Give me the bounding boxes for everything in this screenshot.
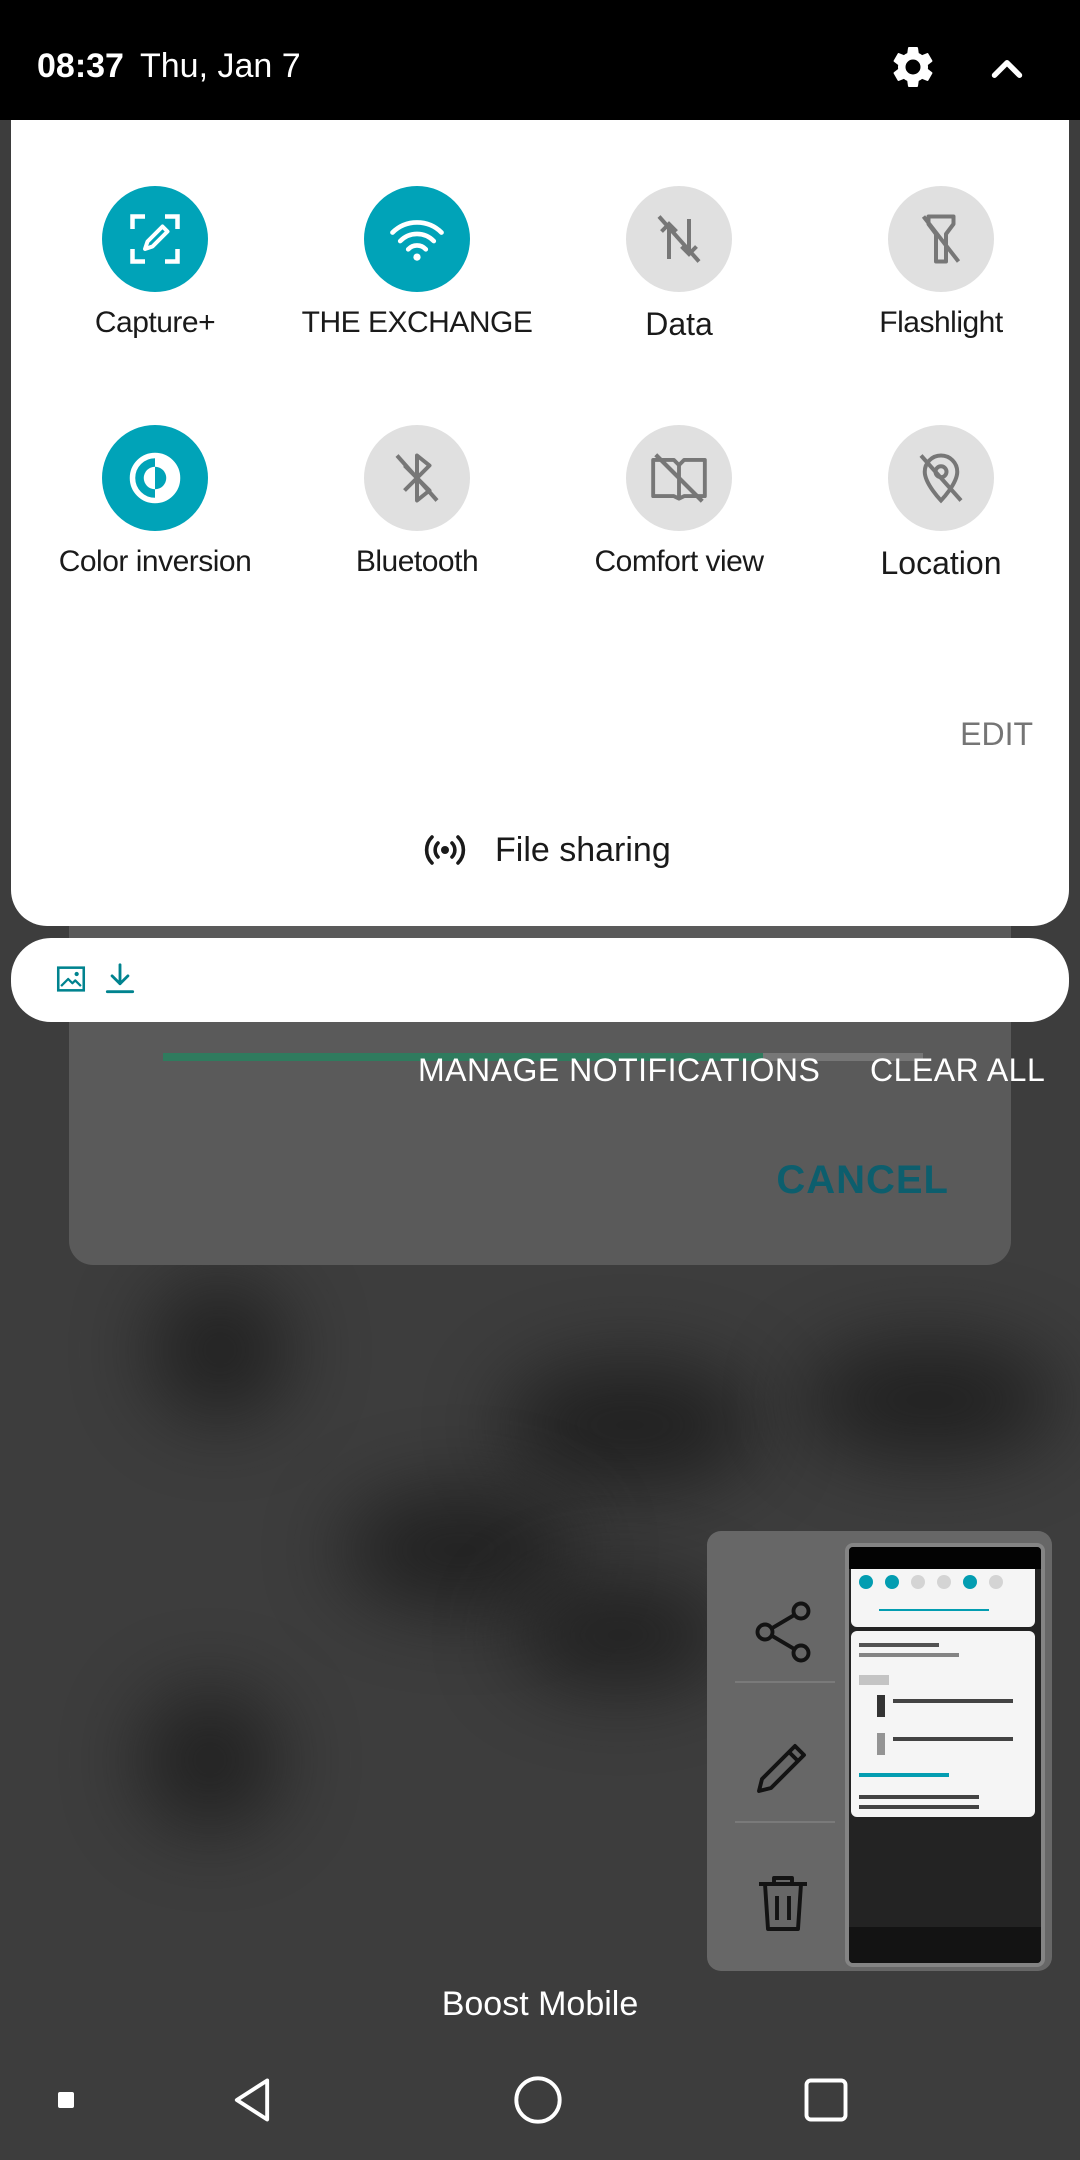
share-icon[interactable] <box>747 1596 819 1668</box>
edit-pencil-icon[interactable] <box>747 1731 819 1803</box>
file-sharing-button[interactable]: File sharing <box>421 826 671 874</box>
tile-label: Flashlight <box>879 306 1003 339</box>
image-icon <box>56 966 86 992</box>
status-date: Thu, Jan 7 <box>140 47 301 85</box>
nav-dot-icon[interactable] <box>58 2092 74 2108</box>
tile-data-button[interactable] <box>626 186 732 292</box>
file-sharing-label: File sharing <box>495 830 671 869</box>
tile-label: Location <box>880 545 1002 581</box>
chevron-up-icon[interactable] <box>982 44 1032 94</box>
home-icon[interactable] <box>512 2074 564 2126</box>
tile-data[interactable]: Data <box>548 186 810 386</box>
recents-icon[interactable] <box>800 2074 852 2126</box>
wifi-icon <box>390 220 444 261</box>
status-time: 08:37 <box>37 47 124 85</box>
tile-flashlight[interactable]: Flashlight <box>810 186 1072 386</box>
background-cancel-button: CANCEL <box>776 1158 949 1202</box>
capture-icon <box>130 214 180 264</box>
quick-settings-panel: Capture+ THE EXCHANGE Data Flashlight Co… <box>11 120 1069 926</box>
flashlight-off-icon <box>921 214 961 264</box>
tile-comfort-view-button[interactable] <box>626 425 732 531</box>
tile-location[interactable]: Location <box>810 425 1072 625</box>
divider <box>735 1681 835 1683</box>
comfort-view-off-icon <box>651 453 707 503</box>
tile-bluetooth[interactable]: Bluetooth <box>286 425 548 625</box>
tile-bluetooth-button[interactable] <box>364 425 470 531</box>
notification-card[interactable] <box>11 938 1069 1022</box>
data-off-icon <box>657 215 701 263</box>
tile-comfort-view[interactable]: Comfort view <box>548 425 810 625</box>
tile-label: Data <box>645 306 713 342</box>
divider <box>735 1821 835 1823</box>
tile-wifi[interactable]: THE EXCHANGE <box>286 186 548 386</box>
screenshot-thumbnail[interactable] <box>845 1543 1045 1967</box>
tile-capture-plus-button[interactable] <box>102 186 208 292</box>
download-icon <box>105 963 135 994</box>
tile-flashlight-button[interactable] <box>888 186 994 292</box>
broadcast-icon <box>424 835 466 865</box>
tile-label: Comfort view <box>594 545 764 578</box>
location-off-icon <box>919 453 963 504</box>
tile-label: Bluetooth <box>355 545 479 578</box>
manage-notifications-button[interactable]: MANAGE NOTIFICATIONS <box>418 1052 820 1089</box>
tile-label: Color inversion <box>58 545 252 578</box>
edit-button[interactable]: EDIT <box>960 716 1033 753</box>
tile-capture-plus[interactable]: Capture+ <box>24 186 286 386</box>
tile-location-button[interactable] <box>888 425 994 531</box>
tile-color-inversion-button[interactable] <box>102 425 208 531</box>
carrier-label: Boost Mobile <box>441 1985 639 2023</box>
clear-all-button[interactable]: CLEAR ALL <box>870 1052 1045 1089</box>
screenshot-preview-panel <box>707 1531 1052 1971</box>
back-icon[interactable] <box>226 2074 278 2126</box>
status-bar: 08:37 Thu, Jan 7 <box>0 0 1080 120</box>
tile-color-inversion[interactable]: Color inversion <box>24 425 286 625</box>
tile-label: THE EXCHANGE <box>301 306 533 339</box>
color-inversion-icon <box>129 452 181 504</box>
navigation-bar <box>0 2040 1080 2160</box>
trash-icon[interactable] <box>747 1866 819 1938</box>
tile-label: Capture+ <box>94 306 216 339</box>
tile-wifi-button[interactable] <box>364 186 470 292</box>
bluetooth-off-icon <box>395 453 439 503</box>
gear-icon[interactable] <box>888 42 938 92</box>
